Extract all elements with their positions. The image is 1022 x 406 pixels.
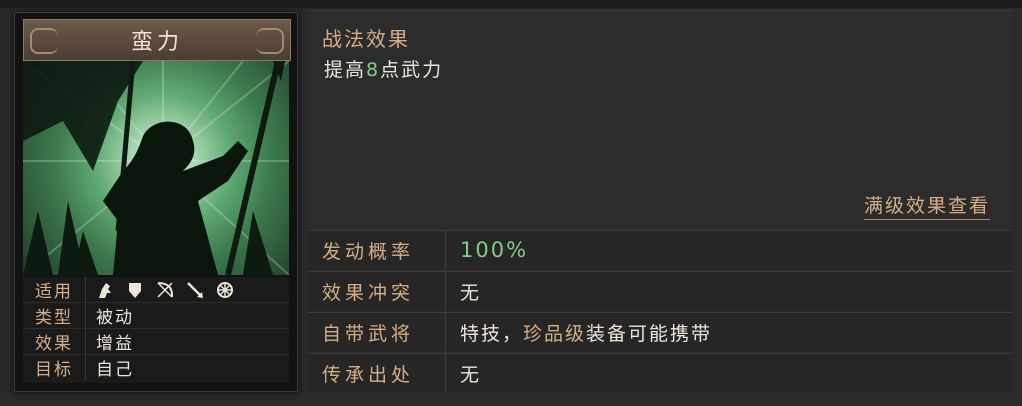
info-label: 发动概率 <box>308 231 446 269</box>
innate-value-pre: 特技， <box>460 322 524 345</box>
skill-name-banner: 蛮力 <box>23 19 291 61</box>
skill-card: 蛮力 适用 类型 被动 效果 增益 目标 自己 <box>14 12 298 392</box>
attr-row-target: 目标 自己 <box>23 355 289 380</box>
innate-value-post: 装备可能携带 <box>586 322 713 345</box>
top-bar <box>0 0 1022 8</box>
siege-wheel-icon <box>216 281 234 299</box>
skill-artwork <box>23 61 289 275</box>
attr-label: 适用 <box>23 277 86 302</box>
unit-type-icons <box>86 281 234 299</box>
spear-icon <box>186 281 204 299</box>
attr-label: 类型 <box>23 303 86 328</box>
skill-attributes: 适用 类型 被动 效果 增益 目标 自己 <box>23 277 289 383</box>
shield-icon <box>126 281 144 299</box>
info-label: 自带武将 <box>308 313 446 351</box>
attr-label: 目标 <box>23 355 86 380</box>
info-label: 传承出处 <box>308 354 446 392</box>
attr-value: 被动 <box>96 308 134 328</box>
effect-value-highlight: 8 <box>366 59 381 81</box>
info-label: 效果冲突 <box>308 272 446 310</box>
trigger-rate-value: 100% <box>460 238 529 262</box>
info-row-inherit-source: 传承出处 无 <box>308 353 1012 392</box>
banner-ornament-left <box>30 28 58 54</box>
attr-row-effect: 效果 增益 <box>23 329 289 355</box>
cavalry-icon <box>96 281 114 299</box>
effect-description-post: 点武力 <box>380 59 444 81</box>
banner-ornament-right <box>256 28 284 54</box>
max-level-effect-link[interactable]: 满级效果查看 <box>863 191 990 220</box>
skill-name: 蛮力 <box>130 30 183 55</box>
conflict-value: 无 <box>460 281 482 304</box>
effect-description: 提高8点武力 <box>324 55 443 82</box>
info-row-conflict: 效果冲突 无 <box>308 271 1012 310</box>
attr-value: 自己 <box>96 360 134 380</box>
attr-value: 增益 <box>96 334 134 354</box>
innate-general-value: 特技，珍品级装备可能携带 <box>446 319 712 346</box>
effect-heading: 战法效果 <box>322 27 410 51</box>
effect-panel: 战法效果 提高8点武力 满级效果查看 <box>308 10 1012 227</box>
effect-description-pre: 提高 <box>324 59 367 81</box>
attr-label: 效果 <box>23 329 86 354</box>
rarity-highlight: 珍品级 <box>523 322 587 345</box>
info-row-innate-general: 自带武将 特技，珍品级装备可能携带 <box>308 312 1012 351</box>
inherit-source-value: 无 <box>460 363 482 386</box>
attr-row-type: 类型 被动 <box>23 303 289 329</box>
attr-row-applicable: 适用 <box>23 277 289 303</box>
info-row-trigger-rate: 发动概率 100% <box>308 230 1012 269</box>
bow-icon <box>156 281 174 299</box>
